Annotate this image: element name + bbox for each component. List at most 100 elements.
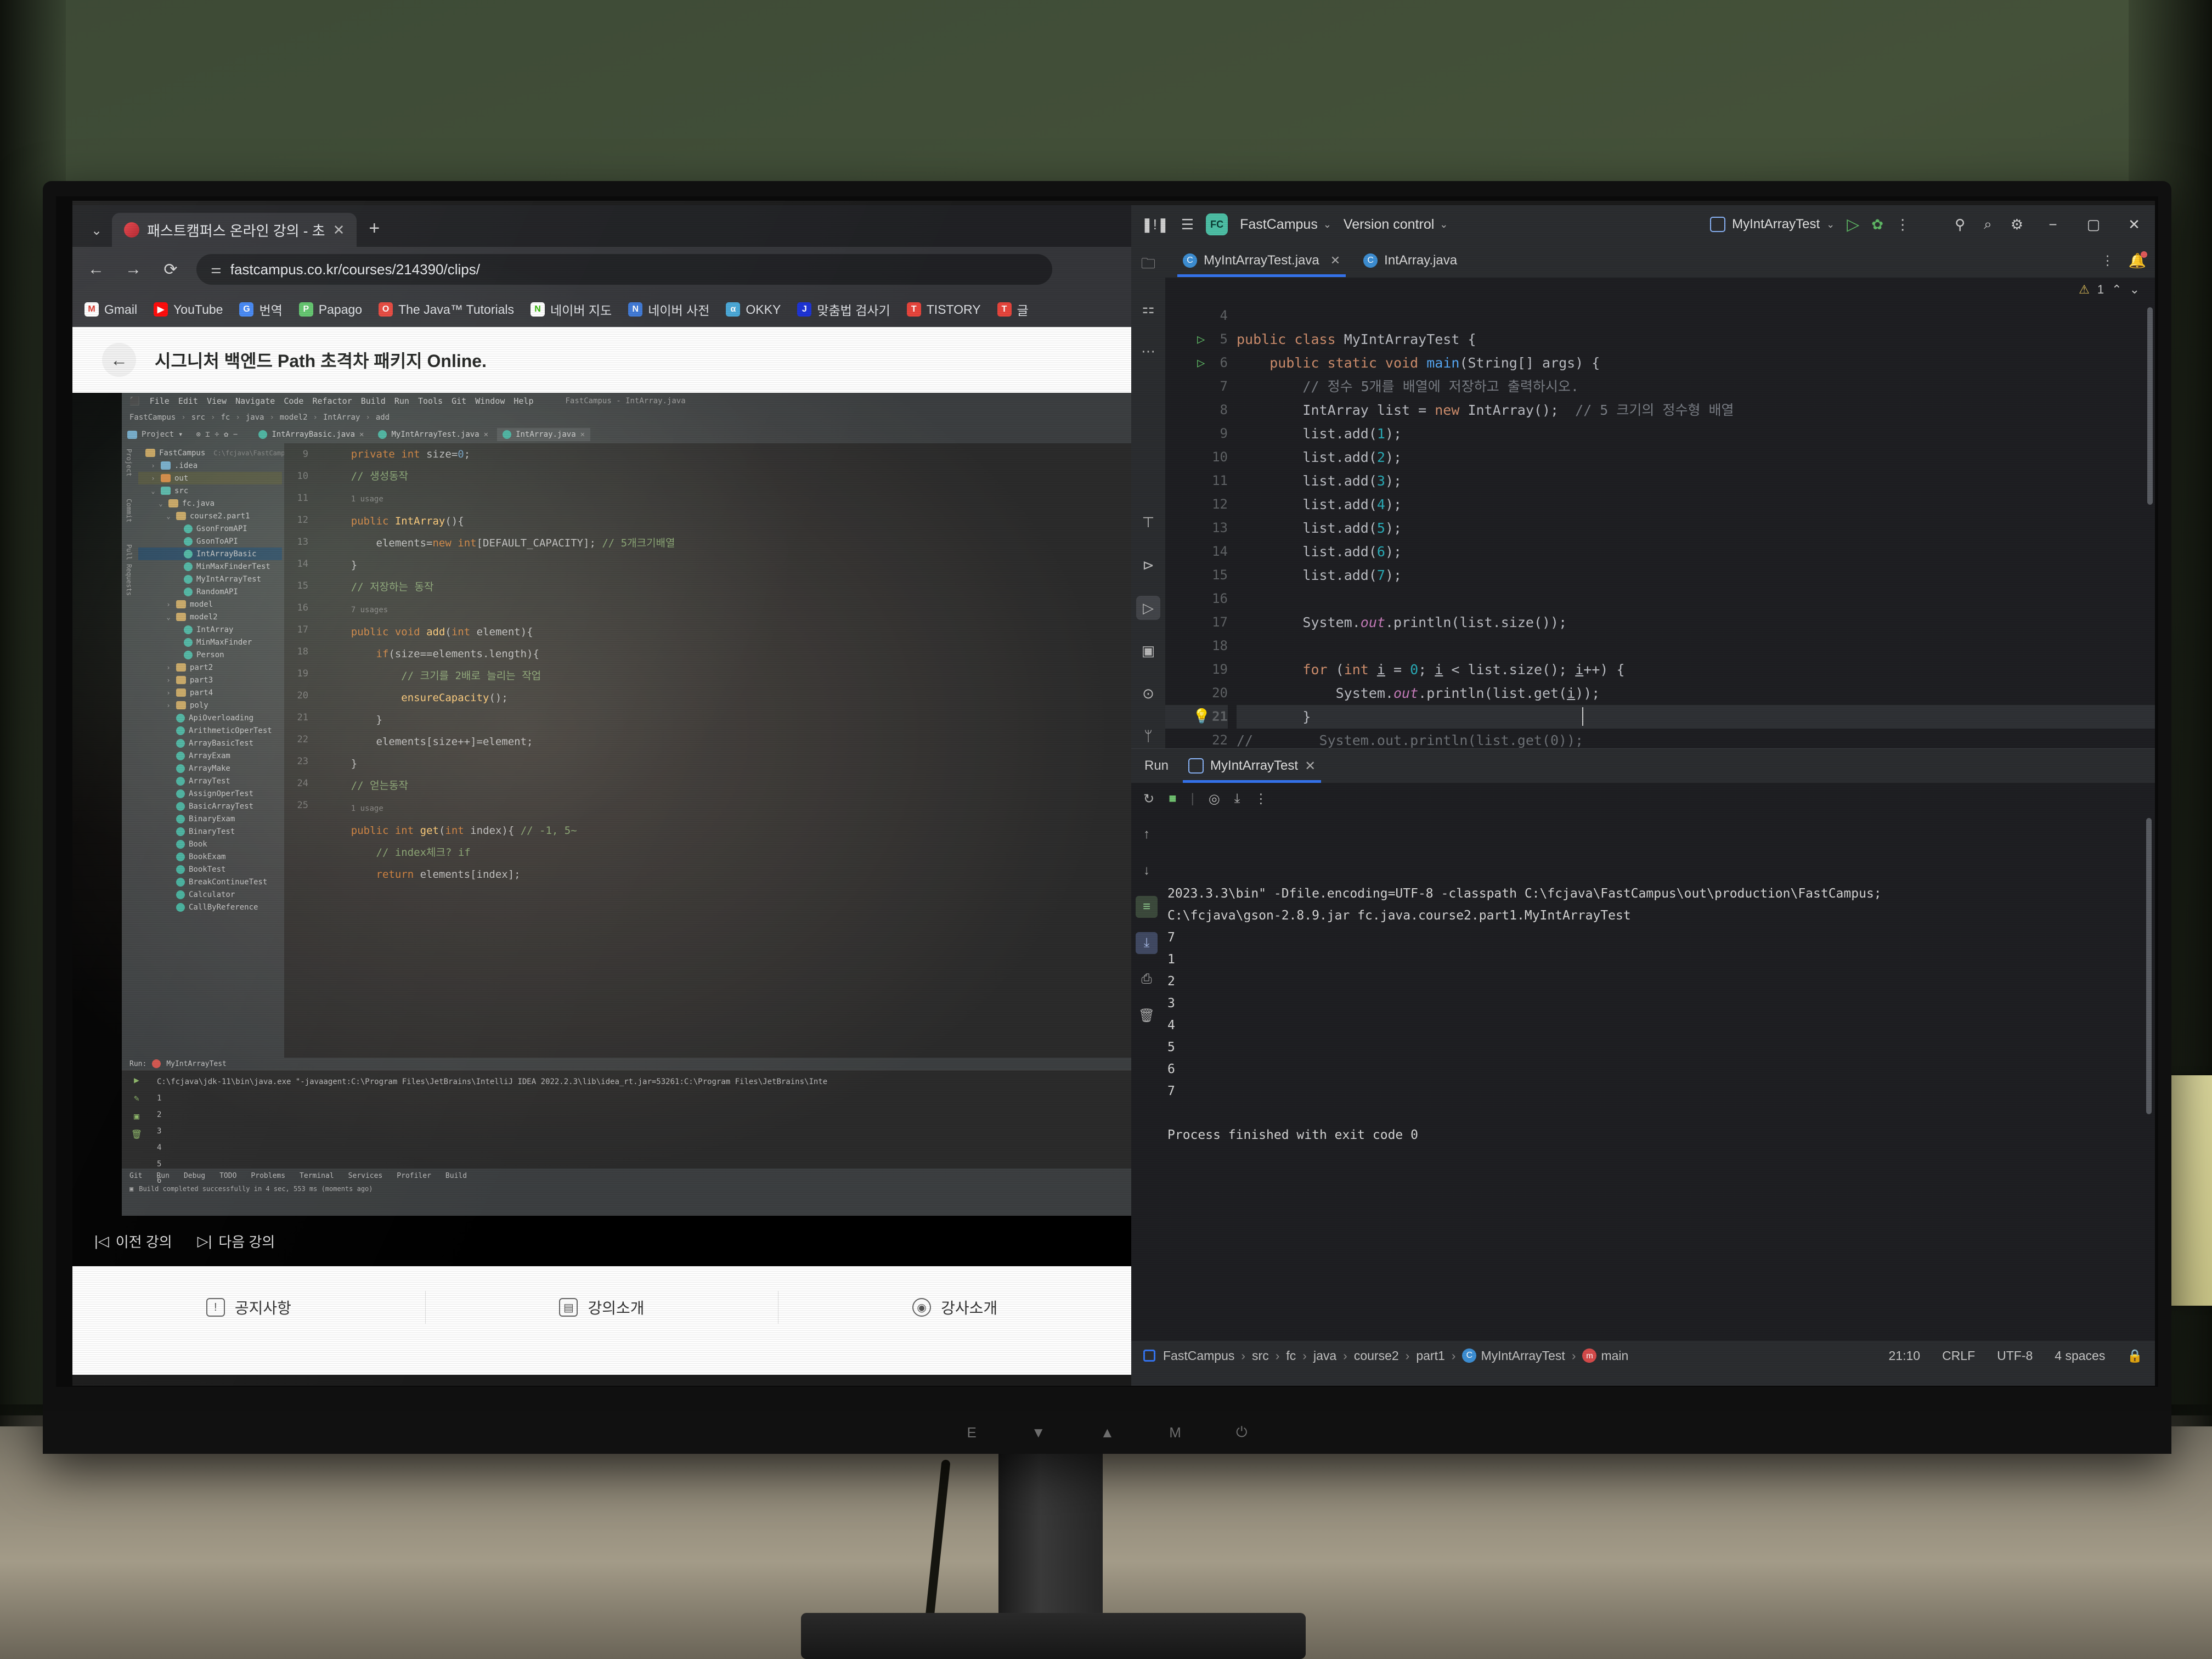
video-ide-tree-node[interactable]: ⌄model2 <box>138 611 282 623</box>
stop-icon[interactable]: ■ <box>1169 791 1177 806</box>
video-ide-crumb[interactable]: model2 <box>280 413 308 422</box>
bookmarks-toolwindow-icon[interactable]: ⊤ <box>1136 510 1160 534</box>
video-ide-tree-node[interactable]: MinMaxFinder <box>138 636 282 648</box>
video-ide-editor-tab[interactable]: IntArray.java✕ <box>497 428 590 441</box>
edit-icon[interactable]: ✎ <box>134 1093 139 1103</box>
address-bar[interactable]: ⚌ fastcampus.co.kr/courses/214390/clips/ <box>196 254 1052 285</box>
bookmark-item[interactable]: OThe Java™ Tutorials <box>379 302 514 317</box>
tree-twisty-icon[interactable]: › <box>165 702 172 709</box>
structure-toolwindow-icon[interactable]: ⚏ <box>1136 296 1160 320</box>
editor-gutter[interactable]: 4▷5▷67891011121314151617181920💡212223242… <box>1165 302 1237 748</box>
editor-scrollbar[interactable] <box>2147 307 2153 505</box>
tree-twisty-icon[interactable]: › <box>165 676 172 684</box>
video-ide-bottom-tab[interactable]: Profiler <box>397 1172 431 1180</box>
next-lecture-button[interactable]: ▷| 다음 강의 <box>198 1231 275 1251</box>
power-button-icon[interactable]: ⏻ <box>1236 1424 1248 1441</box>
terminal-toolwindow-icon[interactable]: ▣ <box>1136 639 1160 663</box>
more-toolwindows-icon[interactable]: ⋯ <box>1136 339 1160 363</box>
hamburger-menu-icon[interactable]: ☰ <box>1181 216 1194 233</box>
video-ide-tree-node[interactable]: ArithmeticOperTest <box>138 724 282 737</box>
video-ide-run-tab[interactable]: MyIntArrayTest <box>166 1060 227 1068</box>
video-ide-tree-node[interactable]: CallByReference <box>138 901 282 913</box>
video-ide-tree-node[interactable]: ›part3 <box>138 674 282 686</box>
video-ide-tree-node[interactable]: ⌄fc.java <box>138 497 282 510</box>
video-ide-rail-project[interactable]: Project <box>125 449 133 477</box>
bookmark-item[interactable]: G번역 <box>239 300 282 319</box>
video-ide-tree-node[interactable]: BookExam <box>138 850 282 863</box>
debug-toolwindow-icon[interactable]: ⊳ <box>1136 553 1160 577</box>
reload-icon[interactable]: ⟳ <box>159 260 182 279</box>
rerun-icon[interactable]: ▶ <box>134 1075 139 1085</box>
indent-setting[interactable]: 4 spaces <box>2055 1348 2105 1363</box>
video-ide-tree-node[interactable]: BreakContinueTest <box>138 876 282 888</box>
close-icon[interactable]: ✕ <box>580 430 585 439</box>
video-ide-menu-item[interactable]: Code <box>284 396 303 406</box>
video-ide-crumb[interactable]: add <box>376 413 390 422</box>
video-ide-tree-node[interactable]: BookTest <box>138 863 282 876</box>
notification-bell-icon[interactable]: 🔔 <box>2129 252 2146 269</box>
page-back-icon[interactable]: ← <box>102 343 136 377</box>
settings-gear-icon[interactable]: ⚙ <box>2011 216 2023 233</box>
video-ide-tree-node[interactable]: BinaryExam <box>138 812 282 825</box>
version-control-menu[interactable]: Version control ⌄ <box>1344 217 1448 233</box>
bookmark-item[interactable]: T글 <box>997 300 1029 319</box>
file-encoding[interactable]: UTF-8 <box>1997 1348 2033 1363</box>
back-icon[interactable]: ← <box>84 260 108 279</box>
video-ide-tree-node[interactable]: GsonFromAPI <box>138 522 282 535</box>
video-ide-menu-item[interactable]: Window <box>475 396 505 406</box>
video-ide-menu-item[interactable]: Navigate <box>235 396 275 406</box>
camera-icon[interactable]: ◎ <box>1209 791 1220 807</box>
osd-button-e[interactable]: E <box>967 1424 976 1441</box>
code-editor[interactable]: 4▷5▷67891011121314151617181920💡212223242… <box>1165 302 2155 748</box>
status-crumb[interactable]: CMyIntArrayTest <box>1462 1348 1565 1363</box>
editor-tab[interactable]: CIntArray.java <box>1355 247 1466 274</box>
video-ide-menu-item[interactable]: Refactor <box>312 396 352 406</box>
bookmark-item[interactable]: αOKKY <box>726 302 781 317</box>
video-ide-tree-node[interactable]: ›part4 <box>138 686 282 699</box>
video-ide-menu-item[interactable]: Edit <box>178 396 198 406</box>
tree-twisty-icon[interactable]: › <box>165 689 172 697</box>
video-ide-menu-item[interactable]: File <box>150 396 170 406</box>
maximize-button[interactable]: ▢ <box>2083 216 2104 233</box>
video-ide-bottom-tab[interactable]: Git <box>129 1172 142 1180</box>
forward-icon[interactable]: → <box>122 260 145 279</box>
video-ide-tree-node[interactable]: IntArrayBasic <box>138 548 282 560</box>
video-ide-tree-node[interactable]: ⌄src <box>138 484 282 497</box>
bookmark-item[interactable]: MGmail <box>84 302 137 317</box>
video-ide-rail-commit[interactable]: Commit <box>125 499 133 522</box>
video-ide-tree-node[interactable]: ArrayTest <box>138 775 282 787</box>
video-ide-tree-node[interactable]: ›.idea <box>138 459 282 472</box>
status-crumb[interactable]: part1 <box>1416 1348 1444 1363</box>
run-session-tab[interactable]: MyIntArrayTest ✕ <box>1181 754 1323 778</box>
video-ide-crumb[interactable]: IntArray <box>323 413 360 422</box>
video-ide-rail-pullrequests[interactable]: Pull Requests <box>125 544 133 596</box>
clear-all-icon[interactable]: 🗑 <box>1136 1005 1158 1026</box>
close-tab-icon[interactable]: ✕ <box>333 222 345 239</box>
tree-twisty-icon[interactable]: › <box>149 462 157 470</box>
video-ide-menu-item[interactable]: Help <box>514 396 533 406</box>
footer-link[interactable]: ◉강사소개 <box>778 1296 1131 1318</box>
video-ide-tree-node[interactable]: MyIntArrayTest <box>138 573 282 585</box>
video-ide-tree-node[interactable]: MinMaxFinderTest <box>138 560 282 573</box>
video-ide-bottom-tab[interactable]: TODO <box>219 1172 236 1180</box>
run-button[interactable]: ▷ <box>1847 215 1859 234</box>
status-crumb[interactable]: mmain <box>1582 1348 1628 1363</box>
tree-twisty-icon[interactable]: ⌄ <box>165 613 172 621</box>
osd-button-up[interactable]: ▲ <box>1101 1424 1115 1441</box>
project-toolwindow-icon[interactable]: 🗀 <box>1136 253 1160 278</box>
search-icon[interactable]: ⌕ <box>1984 216 1992 233</box>
rerun-icon[interactable]: ↻ <box>1143 791 1154 807</box>
run-configuration-selector[interactable]: MyIntArrayTest ⌄ <box>1710 217 1835 232</box>
tree-twisty-icon[interactable]: › <box>165 664 172 672</box>
caret-position[interactable]: 21:10 <box>1889 1348 1921 1363</box>
bookmark-item[interactable]: TTISTORY <box>907 302 981 317</box>
project-name-menu[interactable]: FastCampus ⌄ <box>1240 217 1331 233</box>
video-ide-menu-item[interactable]: Git <box>452 396 466 406</box>
status-crumb[interactable]: FastCampus <box>1163 1348 1234 1363</box>
close-tab-icon[interactable]: ✕ <box>1330 253 1340 268</box>
video-ide-tree-node[interactable]: ›model <box>138 598 282 611</box>
close-session-icon[interactable]: ✕ <box>1305 758 1316 774</box>
video-ide-bottom-tab[interactable]: Terminal <box>300 1172 334 1180</box>
bookmark-item[interactable]: ▶YouTube <box>154 302 223 317</box>
run-gutter-icon[interactable]: ▷ <box>1197 328 1205 351</box>
